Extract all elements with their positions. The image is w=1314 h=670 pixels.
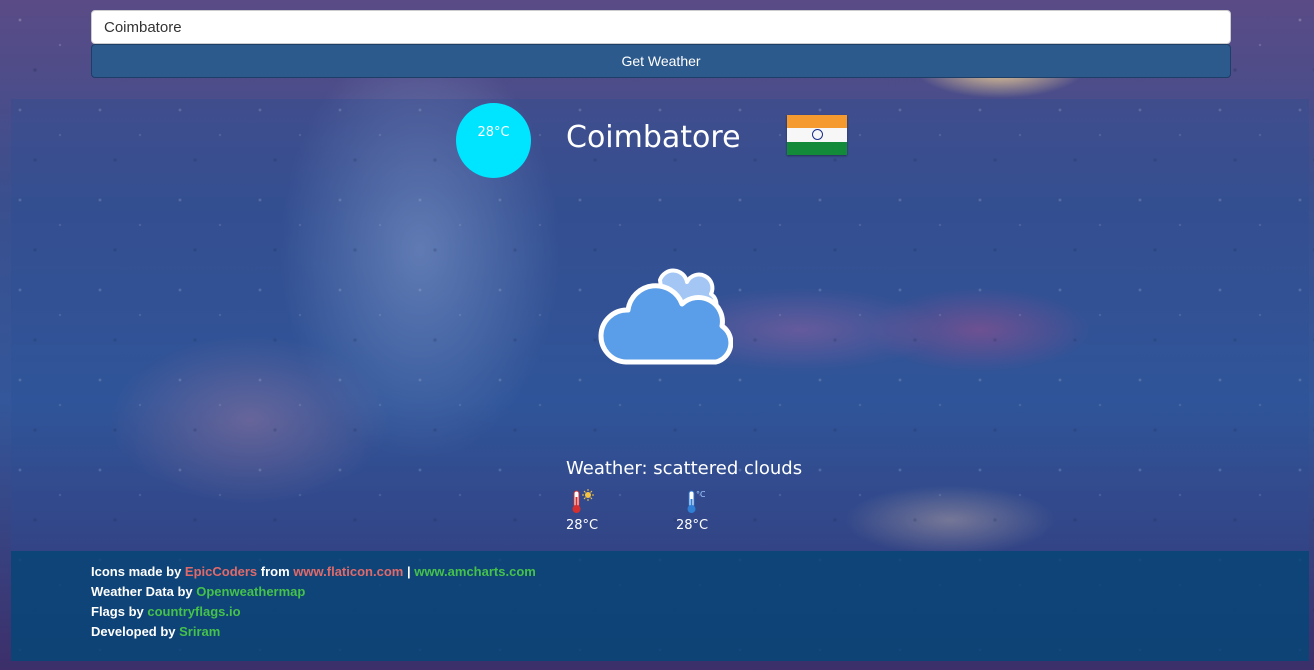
scattered-clouds-icon: [598, 252, 734, 376]
thermometer-cold-icon: °C: [687, 490, 705, 513]
max-temp-block: 28°C: [560, 488, 604, 533]
svg-text:°C: °C: [696, 490, 705, 499]
search-form: Get Weather: [91, 10, 1231, 78]
amcharts-link[interactable]: www.amcharts.com: [414, 564, 536, 579]
city-input[interactable]: [91, 10, 1231, 44]
city-name: Coimbatore: [566, 120, 741, 155]
credit-icons: Icons made by EpicCoders from www.flatic…: [91, 564, 536, 579]
developer-link[interactable]: Sriram: [179, 624, 220, 639]
thermometer-hot-icon: [572, 489, 594, 513]
india-flag-icon: [787, 115, 847, 155]
epiccoders-link[interactable]: EpicCoders: [185, 564, 257, 579]
temperature-badge: 28°C: [456, 103, 531, 178]
credit-flags: Flags by countryflags.io: [91, 604, 241, 619]
countryflags-link[interactable]: countryflags.io: [147, 604, 240, 619]
weather-description: Weather: scattered clouds: [566, 458, 803, 479]
min-temp-block: °C 28°C: [670, 488, 714, 533]
temperature-value: 28°C: [477, 125, 510, 140]
credits: Icons made by EpicCoders from www.flatic…: [91, 562, 536, 642]
footer: Icons made by EpicCoders from www.flatic…: [11, 551, 1309, 661]
min-temp: 28°C: [675, 518, 709, 533]
credit-developer: Developed by Sriram: [91, 624, 221, 639]
credit-weather-data: Weather Data by Openweathermap: [91, 584, 306, 599]
get-weather-button[interactable]: Get Weather: [91, 44, 1231, 78]
max-temp: 28°C: [565, 518, 599, 533]
flaticon-link[interactable]: www.flaticon.com: [293, 564, 403, 579]
openweathermap-link[interactable]: Openweathermap: [196, 584, 305, 599]
